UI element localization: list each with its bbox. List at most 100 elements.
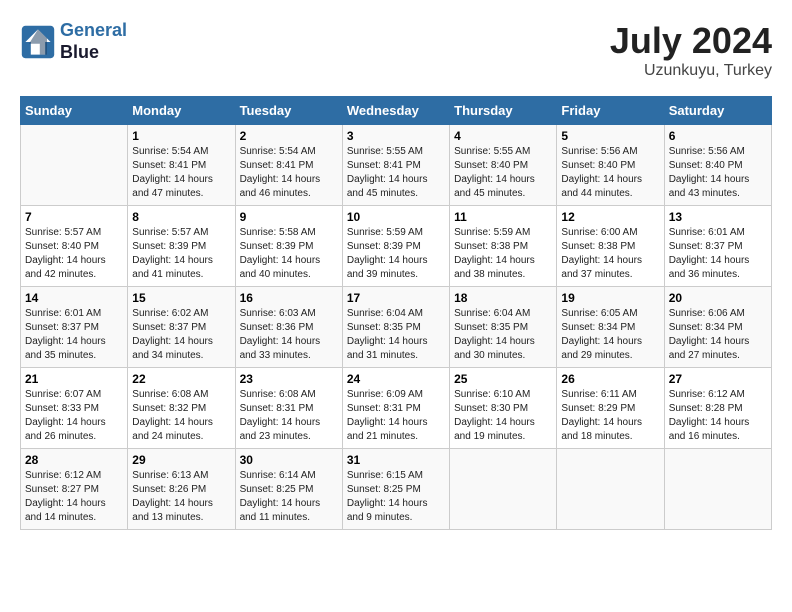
month-year: July 2024 — [610, 20, 772, 62]
day-info: Sunrise: 5:58 AM Sunset: 8:39 PM Dayligh… — [240, 226, 338, 282]
day-number: 17 — [347, 291, 445, 305]
day-cell: 25 Sunrise: 6:10 AM Sunset: 8:30 PM Dayli… — [450, 368, 557, 449]
day-number: 28 — [25, 453, 123, 467]
day-number: 29 — [132, 453, 230, 467]
day-cell: 1 Sunrise: 5:54 AM Sunset: 8:41 PM Daylig… — [128, 125, 235, 206]
day-number: 27 — [669, 372, 767, 386]
column-headers: SundayMondayTuesdayWednesdayThursdayFrid… — [21, 97, 772, 125]
day-cell: 14 Sunrise: 6:01 AM Sunset: 8:37 PM Dayli… — [21, 287, 128, 368]
day-cell: 18Sunrise: 6:04 AM Sunset: 8:35 PM Dayli… — [450, 287, 557, 368]
week-row-1: 1 Sunrise: 5:54 AM Sunset: 8:41 PM Daylig… — [21, 125, 772, 206]
day-info: Sunrise: 6:11 AM Sunset: 8:29 PM Dayligh… — [561, 388, 659, 444]
day-info: Sunrise: 6:02 AM Sunset: 8:37 PM Dayligh… — [132, 307, 230, 363]
day-cell: 22Sunrise: 6:08 AM Sunset: 8:32 PM Dayli… — [128, 368, 235, 449]
day-cell: 6 Sunrise: 5:56 AM Sunset: 8:40 PM Daylig… — [664, 125, 771, 206]
day-cell: 26 Sunrise: 6:11 AM Sunset: 8:29 PM Dayli… — [557, 368, 664, 449]
day-info: Sunrise: 6:13 AM Sunset: 8:26 PM Dayligh… — [132, 469, 230, 525]
logo-icon — [20, 24, 56, 60]
column-header-saturday: Saturday — [664, 97, 771, 125]
day-cell: 5 Sunrise: 5:56 AM Sunset: 8:40 PM Daylig… — [557, 125, 664, 206]
column-header-sunday: Sunday — [21, 97, 128, 125]
day-info: Sunrise: 6:12 AM Sunset: 8:27 PM Dayligh… — [25, 469, 123, 525]
day-info: Sunrise: 5:56 AM Sunset: 8:40 PM Dayligh… — [561, 145, 659, 201]
day-number: 1 — [132, 129, 230, 143]
day-number: 8 — [132, 210, 230, 224]
day-number: 7 — [25, 210, 123, 224]
day-info: Sunrise: 6:03 AM Sunset: 8:36 PM Dayligh… — [240, 307, 338, 363]
day-cell: 15 Sunrise: 6:02 AM Sunset: 8:37 PM Dayli… — [128, 287, 235, 368]
day-cell: 28 Sunrise: 6:12 AM Sunset: 8:27 PM Dayli… — [21, 449, 128, 530]
day-number: 21 — [25, 372, 123, 386]
column-header-monday: Monday — [128, 97, 235, 125]
day-number: 25 — [454, 372, 552, 386]
day-number: 23 — [240, 372, 338, 386]
day-number: 5 — [561, 129, 659, 143]
logo-text: General Blue — [60, 20, 127, 63]
logo: General Blue — [20, 20, 127, 63]
day-cell: 31 Sunrise: 6:15 AM Sunset: 8:25 PM Dayli… — [342, 449, 449, 530]
day-cell: 20 Sunrise: 6:06 AM Sunset: 8:34 PM Dayli… — [664, 287, 771, 368]
day-cell: 11 Sunrise: 5:59 AM Sunset: 8:38 PM Dayli… — [450, 206, 557, 287]
day-cell — [664, 449, 771, 530]
day-info: Sunrise: 6:05 AM Sunset: 8:34 PM Dayligh… — [561, 307, 659, 363]
day-number: 12 — [561, 210, 659, 224]
column-header-friday: Friday — [557, 97, 664, 125]
day-cell: 17 Sunrise: 6:04 AM Sunset: 8:35 PM Dayli… — [342, 287, 449, 368]
calendar-table: SundayMondayTuesdayWednesdayThursdayFrid… — [20, 96, 772, 530]
day-cell: 9 Sunrise: 5:58 AM Sunset: 8:39 PM Daylig… — [235, 206, 342, 287]
day-info: Sunrise: 5:57 AM Sunset: 8:40 PM Dayligh… — [25, 226, 123, 282]
day-info: Sunrise: 5:57 AM Sunset: 8:39 PM Dayligh… — [132, 226, 230, 282]
day-cell: 27Sunrise: 6:12 AM Sunset: 8:28 PM Dayli… — [664, 368, 771, 449]
day-info: Sunrise: 6:00 AM Sunset: 8:38 PM Dayligh… — [561, 226, 659, 282]
day-cell: 29 Sunrise: 6:13 AM Sunset: 8:26 PM Dayli… — [128, 449, 235, 530]
day-cell: 23 Sunrise: 6:08 AM Sunset: 8:31 PM Dayli… — [235, 368, 342, 449]
day-info: Sunrise: 6:01 AM Sunset: 8:37 PM Dayligh… — [669, 226, 767, 282]
day-cell: 2 Sunrise: 5:54 AM Sunset: 8:41 PM Daylig… — [235, 125, 342, 206]
day-info: Sunrise: 6:06 AM Sunset: 8:34 PM Dayligh… — [669, 307, 767, 363]
day-info: Sunrise: 6:08 AM Sunset: 8:32 PM Dayligh… — [132, 388, 230, 444]
day-number: 4 — [454, 129, 552, 143]
day-cell — [557, 449, 664, 530]
day-info: Sunrise: 5:54 AM Sunset: 8:41 PM Dayligh… — [240, 145, 338, 201]
week-row-4: 21Sunrise: 6:07 AM Sunset: 8:33 PM Dayli… — [21, 368, 772, 449]
day-info: Sunrise: 6:01 AM Sunset: 8:37 PM Dayligh… — [25, 307, 123, 363]
week-row-2: 7 Sunrise: 5:57 AM Sunset: 8:40 PM Daylig… — [21, 206, 772, 287]
day-cell: 30Sunrise: 6:14 AM Sunset: 8:25 PM Dayli… — [235, 449, 342, 530]
day-number: 9 — [240, 210, 338, 224]
day-number: 15 — [132, 291, 230, 305]
day-info: Sunrise: 5:59 AM Sunset: 8:38 PM Dayligh… — [454, 226, 552, 282]
day-number: 10 — [347, 210, 445, 224]
day-number: 14 — [25, 291, 123, 305]
day-info: Sunrise: 5:55 AM Sunset: 8:40 PM Dayligh… — [454, 145, 552, 201]
day-info: Sunrise: 5:56 AM Sunset: 8:40 PM Dayligh… — [669, 145, 767, 201]
day-number: 2 — [240, 129, 338, 143]
day-cell: 19Sunrise: 6:05 AM Sunset: 8:34 PM Dayli… — [557, 287, 664, 368]
day-info: Sunrise: 6:10 AM Sunset: 8:30 PM Dayligh… — [454, 388, 552, 444]
day-number: 6 — [669, 129, 767, 143]
day-number: 26 — [561, 372, 659, 386]
day-cell: 8 Sunrise: 5:57 AM Sunset: 8:39 PM Daylig… — [128, 206, 235, 287]
day-number: 31 — [347, 453, 445, 467]
day-cell: 16Sunrise: 6:03 AM Sunset: 8:36 PM Dayli… — [235, 287, 342, 368]
day-info: Sunrise: 6:15 AM Sunset: 8:25 PM Dayligh… — [347, 469, 445, 525]
day-cell: 24Sunrise: 6:09 AM Sunset: 8:31 PM Dayli… — [342, 368, 449, 449]
day-number: 11 — [454, 210, 552, 224]
day-cell — [21, 125, 128, 206]
day-info: Sunrise: 6:04 AM Sunset: 8:35 PM Dayligh… — [454, 307, 552, 363]
page-header: General Blue July 2024 Uzunkuyu, Turkey — [20, 20, 772, 80]
day-info: Sunrise: 6:08 AM Sunset: 8:31 PM Dayligh… — [240, 388, 338, 444]
day-number: 20 — [669, 291, 767, 305]
day-cell: 10 Sunrise: 5:59 AM Sunset: 8:39 PM Dayli… — [342, 206, 449, 287]
day-info: Sunrise: 5:59 AM Sunset: 8:39 PM Dayligh… — [347, 226, 445, 282]
title-block: July 2024 Uzunkuyu, Turkey — [610, 20, 772, 80]
day-cell: 7 Sunrise: 5:57 AM Sunset: 8:40 PM Daylig… — [21, 206, 128, 287]
day-info: Sunrise: 5:54 AM Sunset: 8:41 PM Dayligh… — [132, 145, 230, 201]
week-row-5: 28 Sunrise: 6:12 AM Sunset: 8:27 PM Dayli… — [21, 449, 772, 530]
day-cell: 12 Sunrise: 6:00 AM Sunset: 8:38 PM Dayli… — [557, 206, 664, 287]
week-row-3: 14 Sunrise: 6:01 AM Sunset: 8:37 PM Dayli… — [21, 287, 772, 368]
day-info: Sunrise: 6:04 AM Sunset: 8:35 PM Dayligh… — [347, 307, 445, 363]
column-header-tuesday: Tuesday — [235, 97, 342, 125]
day-info: Sunrise: 6:14 AM Sunset: 8:25 PM Dayligh… — [240, 469, 338, 525]
day-info: Sunrise: 5:55 AM Sunset: 8:41 PM Dayligh… — [347, 145, 445, 201]
day-number: 3 — [347, 129, 445, 143]
